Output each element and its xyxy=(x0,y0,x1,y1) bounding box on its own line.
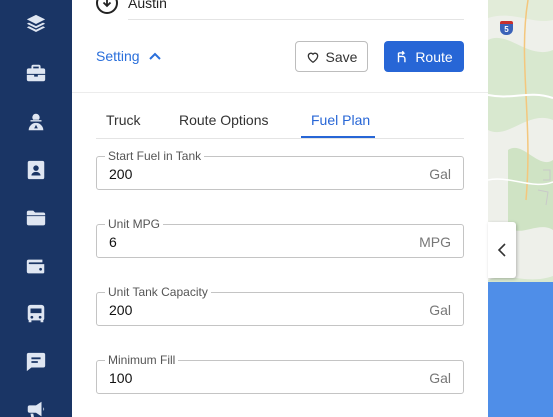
route-button-label: Route xyxy=(415,48,453,65)
route-icon xyxy=(398,50,406,62)
settings-tabs: Truck Route Options Fuel Plan xyxy=(96,104,464,139)
minimum-fill-input[interactable]: 100 xyxy=(109,370,132,386)
layers-icon[interactable] xyxy=(24,12,48,36)
heart-icon xyxy=(307,52,318,63)
map-view[interactable]: 5 xyxy=(488,0,553,417)
megaphone-icon[interactable] xyxy=(24,398,48,417)
route-settings-panel: Austin Setting Save Route Truck Route Op… xyxy=(72,0,488,417)
setting-label: Setting xyxy=(96,48,140,64)
save-button[interactable]: Save xyxy=(295,41,368,72)
wallet-icon[interactable] xyxy=(24,254,48,278)
minimum-fill-label: Minimum Fill xyxy=(105,353,179,367)
header-divider xyxy=(72,92,488,93)
route-stop: Austin xyxy=(96,0,464,20)
unit-mpg-field[interactable]: Unit MPG 6 MPG xyxy=(96,217,464,258)
tab-route-options[interactable]: Route Options xyxy=(179,112,269,128)
interstate-number: 5 xyxy=(504,25,509,34)
stop-location-text[interactable]: Austin xyxy=(128,0,167,11)
start-fuel-input[interactable]: 200 xyxy=(109,166,132,182)
chat-icon[interactable] xyxy=(24,350,48,374)
route-button[interactable]: Route xyxy=(384,41,464,72)
tab-fuel-plan[interactable]: Fuel Plan xyxy=(311,112,370,128)
minimum-fill-unit: Gal xyxy=(429,370,451,386)
interstate-shield-icon: 5 xyxy=(500,21,513,35)
side-nav xyxy=(0,0,72,417)
setting-toggle[interactable]: Setting xyxy=(96,48,162,64)
collapse-panel-button[interactable] xyxy=(488,222,516,278)
tank-capacity-input[interactable]: 200 xyxy=(109,302,132,318)
unit-mpg-label: Unit MPG xyxy=(105,217,164,231)
arrow-down-circle-icon xyxy=(96,0,118,14)
briefcase-icon[interactable] xyxy=(24,61,48,85)
folder-icon[interactable] xyxy=(24,206,48,230)
chevron-left-icon xyxy=(497,243,506,257)
stop-divider xyxy=(128,19,464,20)
start-fuel-label: Start Fuel in Tank xyxy=(105,149,205,163)
start-fuel-field[interactable]: Start Fuel in Tank 200 Gal xyxy=(96,149,464,190)
save-button-label: Save xyxy=(325,48,358,65)
unit-mpg-input[interactable]: 6 xyxy=(109,234,117,250)
contact-card-icon[interactable] xyxy=(24,158,48,182)
tank-capacity-unit: Gal xyxy=(429,302,451,318)
map-canvas[interactable] xyxy=(488,0,553,417)
start-fuel-unit: Gal xyxy=(429,166,451,182)
bus-icon[interactable] xyxy=(24,302,48,326)
driver-icon[interactable] xyxy=(24,110,48,134)
unit-mpg-unit: MPG xyxy=(419,234,451,250)
tank-capacity-label: Unit Tank Capacity xyxy=(105,285,211,299)
minimum-fill-field[interactable]: Minimum Fill 100 Gal xyxy=(96,353,464,394)
tank-capacity-field[interactable]: Unit Tank Capacity 200 Gal xyxy=(96,285,464,326)
active-tab-indicator xyxy=(301,136,375,138)
tab-truck[interactable]: Truck xyxy=(106,112,140,128)
chevron-up-icon xyxy=(148,52,161,60)
